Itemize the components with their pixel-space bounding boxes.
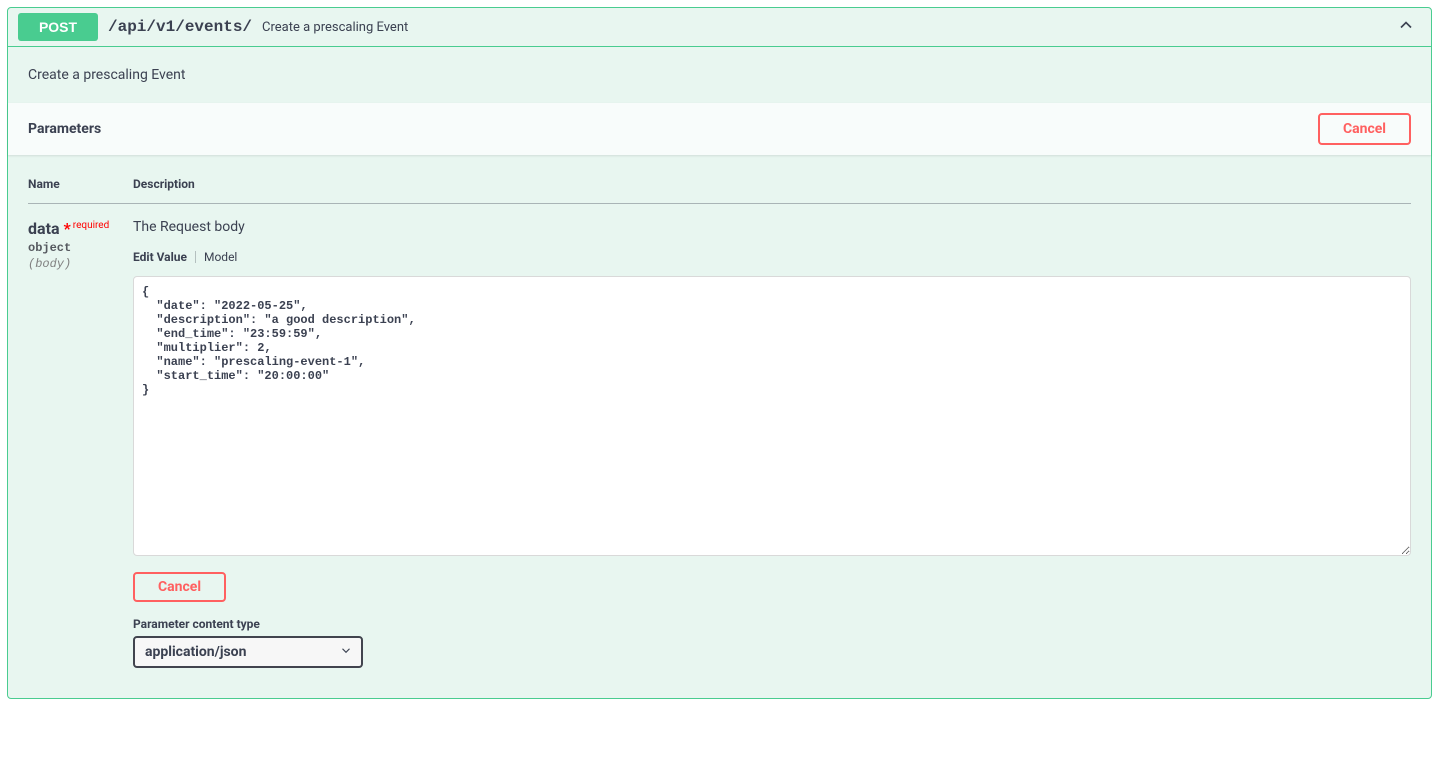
parameter-type: object xyxy=(28,238,133,255)
parameter-name: data xyxy=(28,219,60,238)
parameters-section-header: Parameters Cancel xyxy=(8,103,1431,155)
request-body-textarea[interactable] xyxy=(133,276,1411,556)
required-label: required xyxy=(71,220,109,231)
parameters-container: Name Description data *required object (… xyxy=(8,155,1431,698)
parameter-description: The Request body xyxy=(133,219,1411,250)
content-type-wrapper: Parameter content type application/json xyxy=(133,617,1411,668)
operation-body: Create a prescaling Event Parameters Can… xyxy=(8,47,1431,698)
operation-description: Create a prescaling Event xyxy=(8,47,1431,103)
http-method-badge: POST xyxy=(18,13,98,41)
column-header-name: Name xyxy=(28,165,133,204)
parameters-table: Name Description data *required object (… xyxy=(28,165,1411,668)
cancel-body-button[interactable]: Cancel xyxy=(133,572,226,602)
tab-model[interactable]: Model xyxy=(204,250,237,264)
value-model-tabs: Edit Value Model xyxy=(133,250,1411,276)
chevron-up-icon[interactable] xyxy=(1396,15,1416,39)
operation-path: /api/v1/events/ xyxy=(98,18,262,36)
tab-edit-value[interactable]: Edit Value xyxy=(133,250,187,264)
column-header-description: Description xyxy=(133,165,1411,204)
operation-block: POST /api/v1/events/ Create a prescaling… xyxy=(7,7,1432,699)
cancel-button[interactable]: Cancel xyxy=(1318,113,1411,145)
operation-summary: Create a prescaling Event xyxy=(262,20,408,35)
parameters-title: Parameters xyxy=(28,121,101,137)
content-type-label: Parameter content type xyxy=(133,617,1411,631)
parameter-in: (body) xyxy=(28,255,133,271)
operation-summary-bar[interactable]: POST /api/v1/events/ Create a prescaling… xyxy=(8,8,1431,47)
tab-divider xyxy=(195,251,196,263)
content-type-select[interactable]: application/json xyxy=(133,636,363,668)
required-asterisk: * xyxy=(64,219,71,238)
parameter-row: data *required object (body) The Request… xyxy=(28,204,1411,669)
